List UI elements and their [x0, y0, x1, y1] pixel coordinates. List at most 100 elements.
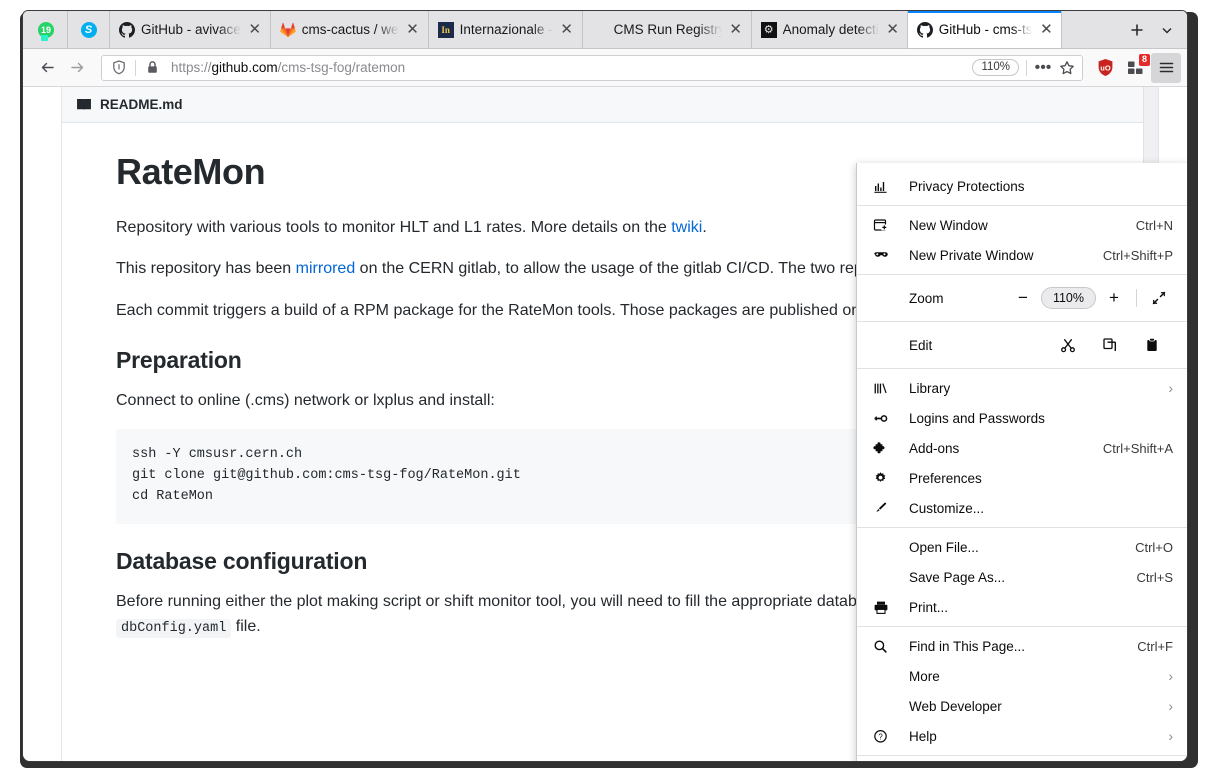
- zoom-level-badge[interactable]: 110%: [972, 59, 1019, 76]
- database-text-after: file.: [231, 618, 261, 636]
- puzzle-icon: [873, 441, 895, 456]
- menu-item-label: Print...: [909, 599, 949, 615]
- zoom-in-button[interactable]: +: [1098, 285, 1130, 311]
- back-button[interactable]: [33, 54, 61, 82]
- menu-item-shortcut: Ctrl+Shift+A: [1102, 440, 1173, 456]
- menu-item-logins-passwords[interactable]: Logins and Passwords: [857, 403, 1187, 433]
- tab-close-icon[interactable]: ✕: [728, 22, 744, 37]
- menu-item-shortcut: Ctrl+N: [1135, 217, 1173, 233]
- ublock-origin-icon[interactable]: uO: [1091, 54, 1119, 82]
- tab-cms-cactus[interactable]: cms-cactus / we ✕: [269, 11, 428, 48]
- page-actions-icon[interactable]: •••: [1032, 59, 1054, 77]
- paragraph-text: .: [702, 219, 707, 236]
- tab-cms-run-registry[interactable]: CMS Run Registry ✕: [581, 11, 751, 48]
- menu-item-label: Library: [909, 380, 951, 396]
- blank-icon: [592, 22, 608, 38]
- tab-title: Anomaly detecti: [782, 22, 879, 37]
- menu-item-print[interactable]: Print...: [857, 592, 1187, 622]
- cms-icon: ⚙: [760, 21, 777, 38]
- tab-title: GitHub - cms-ts: [938, 22, 1033, 37]
- new-window-icon: [873, 218, 895, 233]
- gitlab-icon: [279, 22, 296, 38]
- inline-link[interactable]: twiki: [671, 219, 702, 236]
- menu-item-customize[interactable]: Customize...: [857, 493, 1187, 523]
- paragraph-text: This repository has been: [116, 260, 296, 278]
- url-bar[interactable]: https://github.com/cms-tsg-fog/ratemon 1…: [101, 54, 1083, 81]
- menu-item-new-private-window[interactable]: New Private Window Ctrl+Shift+P: [857, 240, 1187, 270]
- url-text[interactable]: https://github.com/cms-tsg-fog/ratemon: [165, 60, 970, 75]
- paragraph-text: Each commit triggers a build of a RPM pa…: [116, 301, 865, 319]
- tab-github-avivace[interactable]: GitHub - avivace ✕: [109, 11, 270, 48]
- bookmark-star-icon[interactable]: [1056, 60, 1078, 76]
- paragraph-text: Repository with various tools to monitor…: [116, 219, 672, 236]
- tab-github-cms-tsg[interactable]: GitHub - cms-ts ✕: [907, 11, 1062, 48]
- tab-pinned-skype[interactable]: S: [67, 11, 109, 48]
- menu-item-web-developer[interactable]: Web Developer ›: [857, 691, 1187, 721]
- brush-icon: [873, 501, 895, 516]
- tab-close-icon[interactable]: ✕: [405, 22, 421, 37]
- inline-link[interactable]: mirrored: [296, 260, 356, 277]
- menu-group-file: Open File... Ctrl+O Save Page As... Ctrl…: [857, 528, 1187, 627]
- internazionale-icon: In: [437, 21, 454, 38]
- tab-title: cms-cactus / we: [301, 22, 399, 37]
- menu-item-new-window[interactable]: New Window Ctrl+N: [857, 210, 1187, 240]
- menu-item-preferences[interactable]: Preferences: [857, 463, 1187, 493]
- menu-item-library[interactable]: Library ›: [857, 373, 1187, 403]
- fullscreen-button[interactable]: [1143, 285, 1175, 311]
- menu-item-open-file[interactable]: Open File... Ctrl+O: [857, 532, 1187, 562]
- extension-grid-icon[interactable]: 8: [1121, 53, 1150, 82]
- tab-title: CMS Run Registry: [613, 22, 722, 37]
- menu-item-privacy-protections[interactable]: Privacy Protections: [857, 171, 1187, 201]
- tracking-protection-shield-icon[interactable]: [108, 60, 130, 75]
- book-icon: [76, 97, 92, 113]
- menu-item-addons[interactable]: Add-ons Ctrl+Shift+A: [857, 433, 1187, 463]
- menu-item-find-in-page[interactable]: Find in This Page... Ctrl+F: [857, 631, 1187, 661]
- tab-close-icon[interactable]: ✕: [885, 22, 901, 37]
- menu-item-label: Web Developer: [909, 698, 1002, 714]
- tab-anomaly-detection[interactable]: ⚙ Anomaly detecti ✕: [750, 11, 908, 48]
- menu-item-shortcut: Ctrl+O: [1135, 539, 1173, 555]
- menu-group-edit: Edit: [857, 322, 1187, 369]
- scissors-icon[interactable]: [1047, 332, 1089, 358]
- list-all-tabs-button[interactable]: [1153, 16, 1181, 44]
- tab-close-icon[interactable]: ✕: [247, 22, 263, 37]
- clipboard-icon[interactable]: [1131, 332, 1173, 358]
- readme-file-header: README.md: [62, 87, 1158, 123]
- zoom-out-button[interactable]: −: [1007, 285, 1039, 311]
- menu-item-more[interactable]: More ›: [857, 661, 1187, 691]
- menu-item-quit[interactable]: Quit Ctrl+Q: [857, 760, 1187, 761]
- firefox-browser: 19 S GitHub - avivace ✕ cms-cactus / we …: [22, 10, 1188, 762]
- copy-icon[interactable]: [1089, 332, 1131, 358]
- app-menu-button[interactable]: [1151, 52, 1181, 83]
- menu-item-label: Open File...: [909, 539, 979, 555]
- menu-item-label: Logins and Passwords: [909, 410, 1045, 426]
- whatsapp-badge-19-icon: 19: [38, 21, 54, 41]
- bar-chart-icon: [873, 179, 895, 194]
- inline-code-dbconfig: dbConfig.yaml: [116, 619, 232, 639]
- menu-item-label: New Window: [909, 217, 988, 233]
- tab-badge-count: 19: [38, 21, 54, 41]
- new-tab-button[interactable]: [1123, 16, 1151, 44]
- chevron-right-icon: ›: [1168, 728, 1173, 744]
- tab-internazionale[interactable]: In Internazionale - ✕: [427, 11, 582, 48]
- zoom-row: Zoom − 110% +: [857, 279, 1187, 317]
- tab-close-icon[interactable]: ✕: [559, 22, 575, 37]
- menu-item-save-page-as[interactable]: Save Page As... Ctrl+S: [857, 562, 1187, 592]
- skype-icon: S: [80, 21, 97, 38]
- menu-item-label: Privacy Protections: [909, 178, 1025, 194]
- tab-title: GitHub - avivace: [141, 22, 241, 37]
- help-icon: ?: [873, 729, 895, 744]
- extension-badge-count: 8: [1138, 53, 1150, 66]
- urlbar-divider: [1026, 59, 1027, 76]
- browser-window: 19 S GitHub - avivace ✕ cms-cactus / we …: [0, 0, 1208, 770]
- menu-group-library: Library › Logins and Passwords Add-ons C…: [857, 369, 1187, 528]
- forward-button[interactable]: [63, 54, 91, 82]
- tab-pinned-whatsapp[interactable]: 19: [25, 11, 67, 48]
- zoom-reset-button[interactable]: 110%: [1040, 287, 1096, 309]
- menu-item-help[interactable]: ? Help ›: [857, 721, 1187, 751]
- menu-group-tools: Find in This Page... Ctrl+F More › Web D…: [857, 627, 1187, 756]
- search-icon: [873, 639, 895, 654]
- lock-icon[interactable]: [141, 60, 163, 75]
- tab-close-icon[interactable]: ✕: [1038, 22, 1054, 37]
- tabstrip-controls: [1119, 16, 1187, 48]
